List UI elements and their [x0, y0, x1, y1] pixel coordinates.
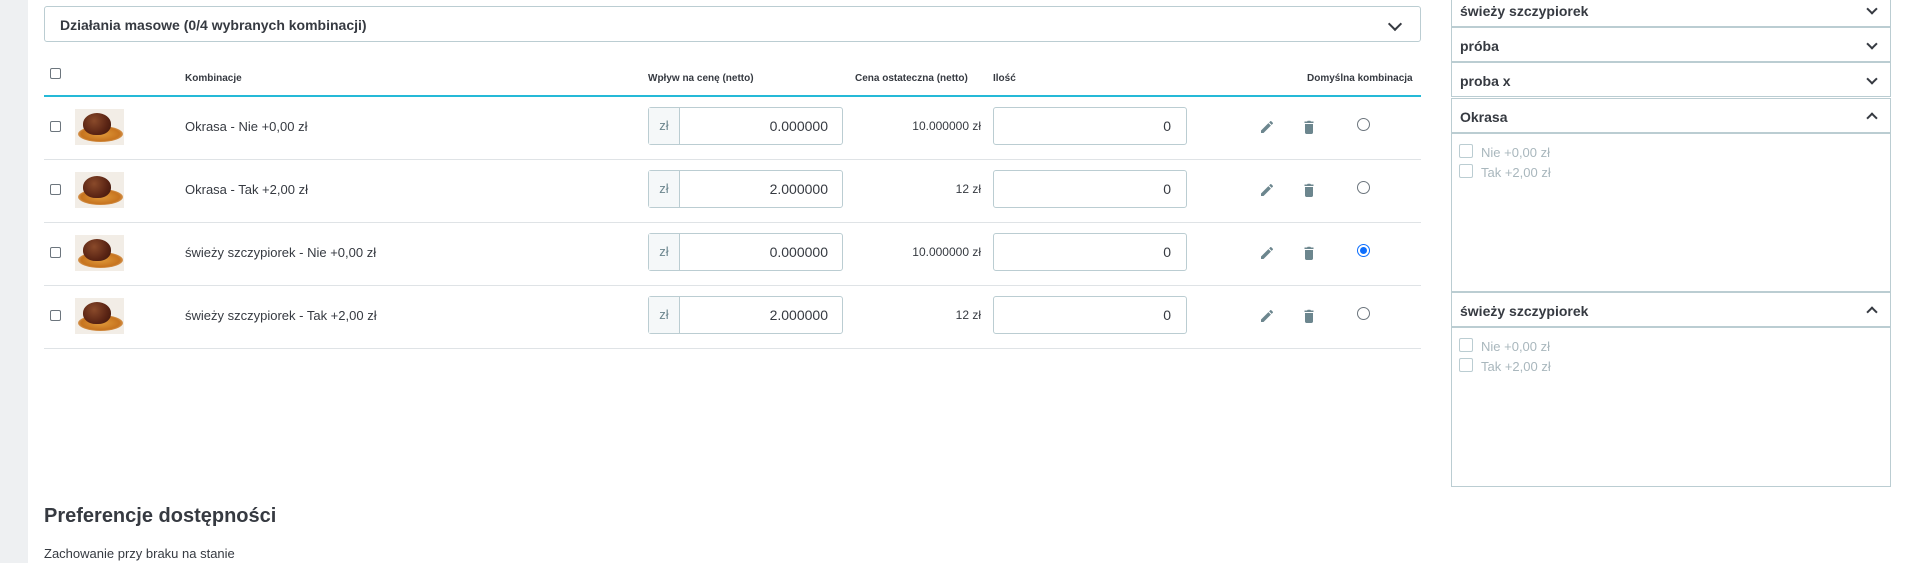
row-checkbox[interactable]	[50, 247, 61, 258]
final-price: 12 zł	[955, 182, 981, 196]
header-default: Domyślna kombinacja	[1307, 73, 1413, 84]
table-row: świeży szczypiorek - Tak +2,00 zł zł 2.0…	[44, 286, 1421, 349]
quantity-input[interactable]: 0	[993, 296, 1187, 334]
availability-subtitle: Zachowanie przy braku na stanie	[44, 546, 235, 561]
bulk-actions-dropdown[interactable]: Działania masowe (0/4 wybranych kombinac…	[44, 6, 1421, 42]
product-thumbnail	[75, 172, 124, 208]
table-row: Okrasa - Tak +2,00 zł zł 2.000000 12 zł …	[44, 160, 1421, 223]
quantity-input[interactable]: 0	[993, 107, 1187, 145]
table-row: Okrasa - Nie +0,00 zł zł 0.000000 10.000…	[44, 97, 1421, 160]
combination-name: świeży szczypiorek - Tak +2,00 zł	[185, 308, 377, 323]
quantity-input[interactable]: 0	[993, 170, 1187, 208]
price-impact-input[interactable]: zł 2.000000	[648, 170, 843, 208]
attribute-group-header[interactable]: próba	[1451, 27, 1891, 62]
quantity-value: 0	[1163, 307, 1171, 323]
default-radio[interactable]	[1357, 307, 1370, 320]
combination-name: Okrasa - Tak +2,00 zł	[185, 182, 308, 197]
row-checkbox[interactable]	[50, 310, 61, 321]
trash-icon[interactable]	[1302, 246, 1316, 260]
currency-addon: zł	[649, 108, 680, 144]
chevron-down-icon	[1866, 38, 1878, 50]
availability-title: Preferencje dostępności	[44, 505, 277, 527]
header-combinations: Kombinacje	[185, 73, 242, 84]
final-price: 10.000000 zł	[912, 119, 981, 133]
price-impact-input[interactable]: zł 2.000000	[648, 296, 843, 334]
quantity-input[interactable]: 0	[993, 233, 1187, 271]
product-thumbnail	[75, 298, 124, 334]
pencil-icon[interactable]	[1260, 183, 1274, 197]
option-label: Tak +2,00 zł	[1481, 165, 1551, 180]
option-label: Tak +2,00 zł	[1481, 359, 1551, 374]
product-thumbnail	[75, 235, 124, 271]
currency-addon: zł	[649, 171, 680, 207]
option-checkbox[interactable]	[1459, 338, 1473, 352]
price-impact-value: 0.000000	[769, 118, 828, 134]
trash-icon[interactable]	[1302, 183, 1316, 197]
price-impact-value: 2.000000	[769, 181, 828, 197]
attribute-group-label: świeży szczypiorek	[1460, 3, 1589, 19]
header-final-price: Cena ostateczna (netto)	[855, 73, 968, 84]
pencil-icon[interactable]	[1260, 120, 1274, 134]
attribute-group-header[interactable]: świeży szczypiorek	[1451, 292, 1891, 327]
table-row: świeży szczypiorek - Nie +0,00 zł zł 0.0…	[44, 223, 1421, 286]
chevron-down-icon	[1866, 3, 1878, 15]
quantity-value: 0	[1163, 244, 1171, 260]
option-checkbox[interactable]	[1459, 164, 1473, 178]
price-impact-input[interactable]: zł 0.000000	[648, 233, 843, 271]
price-impact-value: 0.000000	[769, 244, 828, 260]
pencil-icon[interactable]	[1260, 309, 1274, 323]
product-thumbnail	[75, 109, 124, 145]
trash-icon[interactable]	[1302, 309, 1316, 323]
option-checkbox[interactable]	[1459, 358, 1473, 372]
default-radio[interactable]	[1357, 244, 1370, 257]
attribute-group-header[interactable]: proba x	[1451, 62, 1891, 97]
chevron-up-icon	[1866, 112, 1878, 124]
chevron-down-icon	[1387, 16, 1403, 32]
pencil-icon[interactable]	[1260, 246, 1274, 260]
row-checkbox[interactable]	[50, 121, 61, 132]
attribute-group-label: Okrasa	[1460, 109, 1508, 125]
option-label: Nie +0,00 zł	[1481, 339, 1551, 354]
default-radio[interactable]	[1357, 181, 1370, 194]
default-radio[interactable]	[1357, 118, 1370, 131]
table-header: Kombinacje Wpływ na cenę (netto) Cena os…	[44, 60, 1421, 97]
final-price: 12 zł	[955, 308, 981, 322]
combination-name: Okrasa - Nie +0,00 zł	[185, 119, 308, 134]
attribute-group-label: proba x	[1460, 73, 1511, 89]
option-checkbox[interactable]	[1459, 144, 1473, 158]
select-all-checkbox[interactable]	[50, 68, 61, 79]
trash-icon[interactable]	[1302, 120, 1316, 134]
final-price: 10.000000 zł	[912, 245, 981, 259]
attribute-group-header[interactable]: świeży szczypiorek	[1451, 0, 1891, 27]
header-quantity: Ilość	[993, 73, 1016, 84]
option-label: Nie +0,00 zł	[1481, 145, 1551, 160]
attribute-group-header[interactable]: Okrasa	[1451, 98, 1891, 133]
currency-addon: zł	[649, 234, 680, 270]
header-price-impact: Wpływ na cenę (netto)	[648, 73, 754, 84]
bulk-actions-label: Działania masowe (0/4 wybranych kombinac…	[60, 17, 367, 33]
chevron-up-icon	[1866, 306, 1878, 318]
price-impact-value: 2.000000	[769, 307, 828, 323]
quantity-value: 0	[1163, 181, 1171, 197]
combination-name: świeży szczypiorek - Nie +0,00 zł	[185, 245, 377, 260]
chevron-down-icon	[1866, 73, 1878, 85]
row-checkbox[interactable]	[50, 184, 61, 195]
quantity-value: 0	[1163, 118, 1171, 134]
price-impact-input[interactable]: zł 0.000000	[648, 107, 843, 145]
attribute-group-label: próba	[1460, 38, 1499, 54]
currency-addon: zł	[649, 297, 680, 333]
attribute-group-label: świeży szczypiorek	[1460, 303, 1589, 319]
